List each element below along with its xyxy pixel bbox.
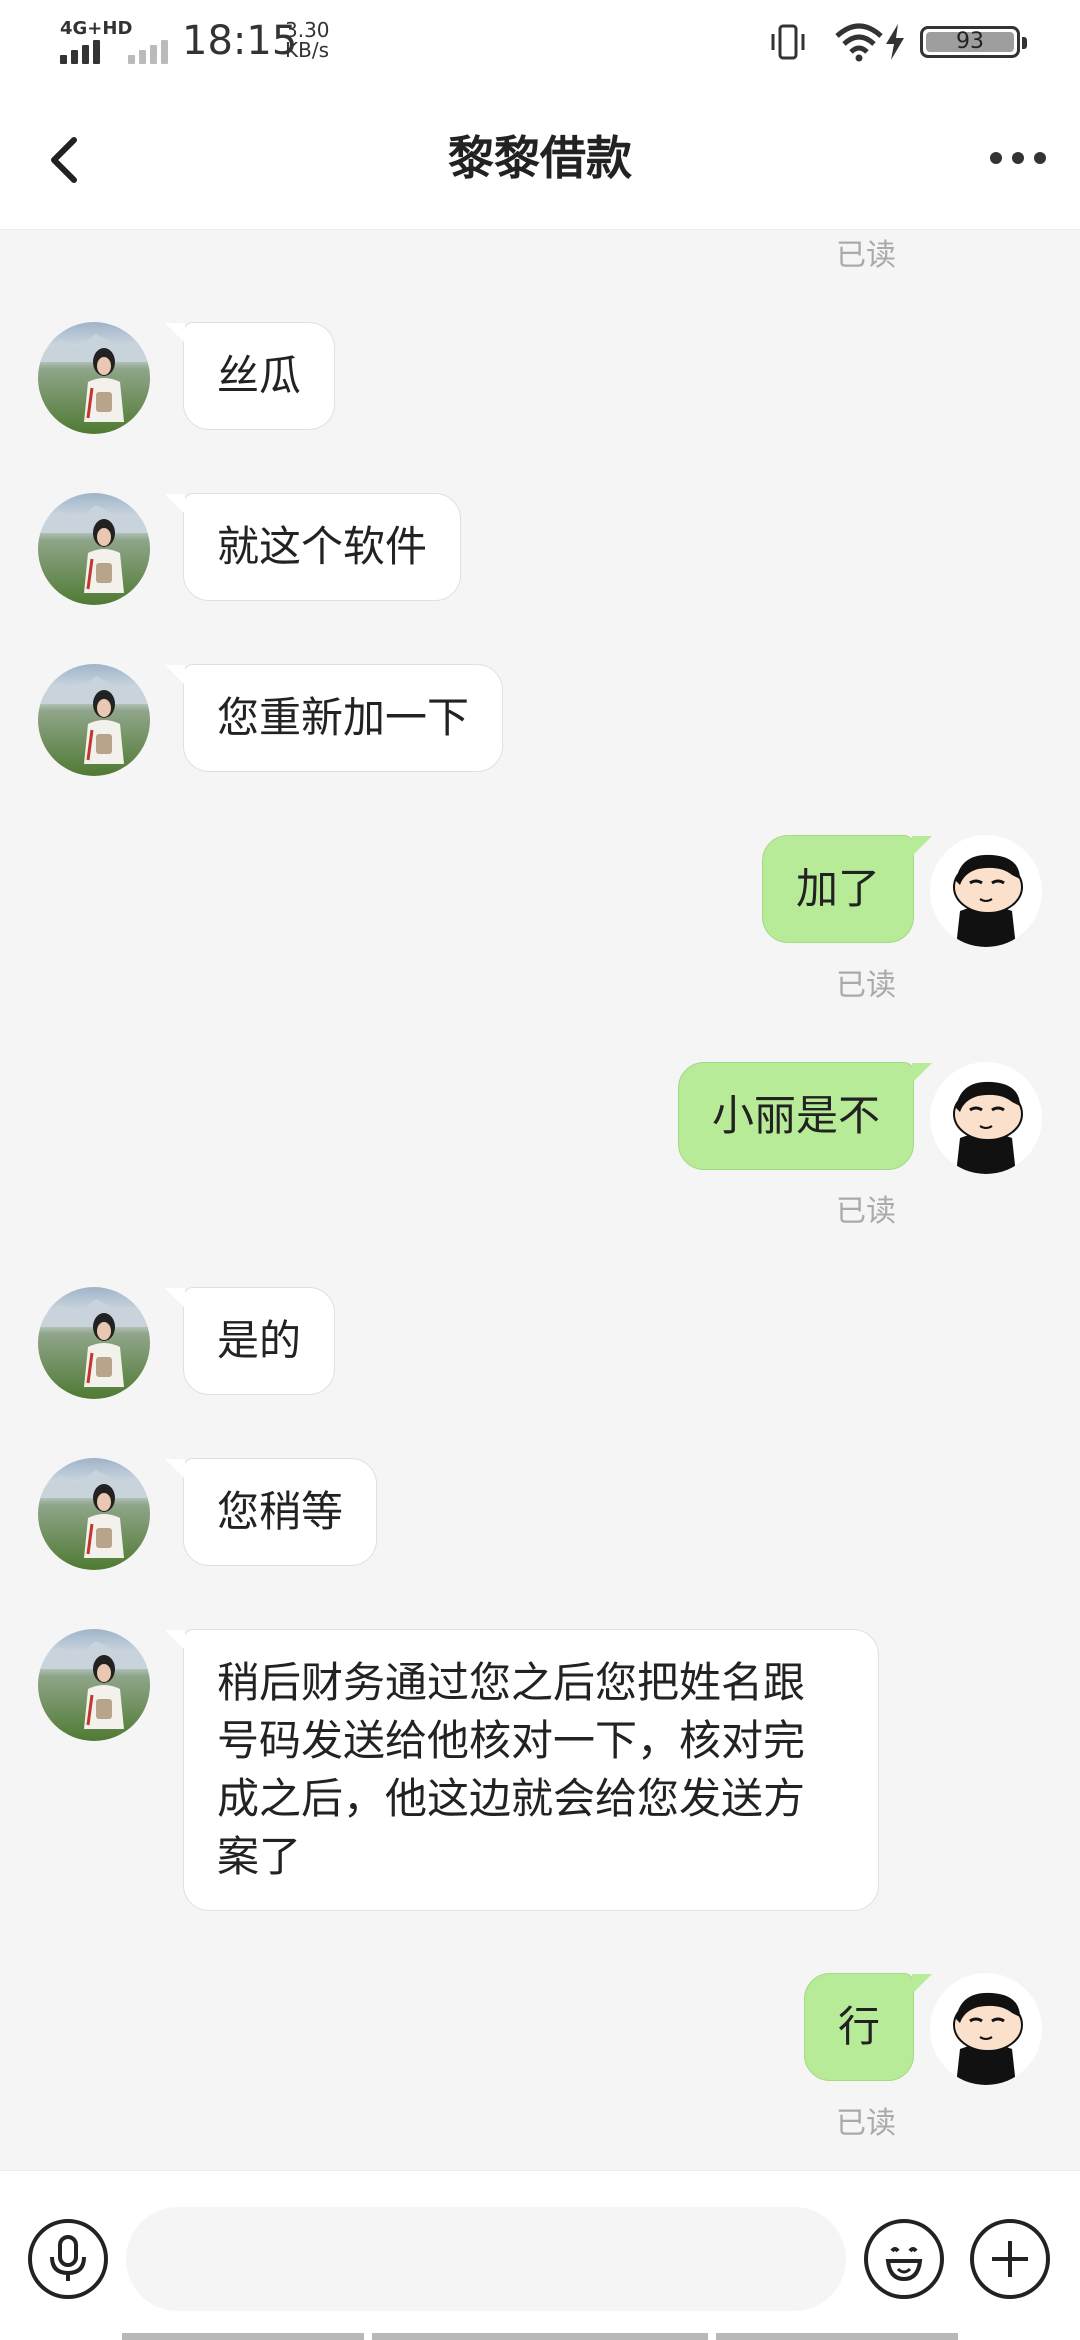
- battery-level-text: 93: [956, 29, 984, 54]
- plus-icon: [992, 2241, 1028, 2277]
- voice-button[interactable]: [28, 2219, 108, 2299]
- message-text: 加了: [795, 864, 880, 913]
- network-speed-unit: KB/s: [285, 38, 329, 62]
- read-receipt: 已读: [836, 968, 896, 1003]
- chat-message-list[interactable]: 已读 丝瓜 就这个软件 您重新加一下 加了 已读 小丽是不 已读 是的 您稍等 …: [0, 230, 1080, 2170]
- microphone-icon: [50, 2235, 86, 2281]
- contact-avatar[interactable]: [38, 322, 150, 434]
- message-text: 是的: [217, 1316, 302, 1365]
- emoji-button[interactable]: [864, 2219, 944, 2299]
- message-text: 行: [837, 2002, 880, 2051]
- contact-avatar[interactable]: [38, 664, 150, 776]
- received-message[interactable]: 就这个软件: [164, 493, 462, 601]
- network-speed: 3.30 KB/s: [285, 20, 330, 60]
- sent-message[interactable]: 行: [803, 1973, 933, 2081]
- network-type-label: 4G+HD: [60, 18, 133, 39]
- network-speed-value: 3.30: [285, 18, 330, 42]
- message-line: 稍后财务通过您之后您把姓名跟: [217, 1658, 806, 1707]
- chat-screen: 4G+HD 18:15 3.30 KB/s 93 黎黎借款 已读 丝瓜 就这个软…: [0, 0, 1080, 2340]
- wifi-icon: [835, 23, 883, 62]
- received-message[interactable]: 丝瓜: [164, 322, 336, 430]
- battery-icon: 93: [920, 26, 1027, 58]
- status-bar: 4G+HD 18:15 3.30 KB/s 93: [0, 0, 1080, 84]
- more-button[interactable]: [982, 128, 1054, 188]
- title-bar: 黎黎借款: [0, 84, 1080, 230]
- sent-message[interactable]: 小丽是不: [677, 1062, 933, 1170]
- emoji-icon: [885, 2247, 923, 2282]
- vibrate-icon: [771, 24, 805, 60]
- nav-gesture-bar: [372, 2333, 708, 2340]
- message-text: 就这个软件: [217, 522, 428, 571]
- read-receipt: 已读: [836, 2106, 896, 2141]
- message-text: 您稍等: [217, 1487, 344, 1536]
- page-title: 黎黎借款: [448, 131, 632, 185]
- message-line: 案了: [217, 1832, 302, 1881]
- message-input[interactable]: [126, 2207, 846, 2311]
- message-text: 小丽是不: [711, 1091, 880, 1140]
- message-line: 成之后，他这边就会给您发送方: [217, 1774, 806, 1823]
- message-text: 丝瓜: [217, 351, 302, 400]
- sent-message[interactable]: 加了: [761, 835, 933, 943]
- charging-bolt-icon: [886, 24, 904, 60]
- nav-gesture-bar: [716, 2333, 958, 2340]
- nav-gesture-bar: [122, 2333, 364, 2340]
- contact-avatar[interactable]: [38, 493, 150, 605]
- received-message[interactable]: 是的: [164, 1287, 336, 1395]
- received-message[interactable]: 稍后财务通过您之后您把姓名跟 号码发送给他核对一下，核对完 成之后，他这边就会给…: [165, 1629, 879, 1911]
- received-message[interactable]: 您重新加一下: [164, 664, 504, 772]
- input-bar: [0, 2170, 1080, 2340]
- my-avatar[interactable]: [930, 1973, 1042, 2085]
- my-avatar[interactable]: [930, 835, 1042, 947]
- read-receipt: 已读: [836, 1194, 896, 1229]
- contact-avatar[interactable]: [38, 1458, 150, 1570]
- received-message[interactable]: 您稍等: [164, 1458, 378, 1566]
- add-button[interactable]: [970, 2219, 1050, 2299]
- read-receipt: 已读: [836, 238, 896, 273]
- contact-avatar[interactable]: [38, 1287, 150, 1399]
- my-avatar[interactable]: [930, 1062, 1042, 1174]
- message-text: 您重新加一下: [217, 693, 470, 742]
- clock: 18:15: [182, 18, 298, 64]
- contact-avatar[interactable]: [38, 1629, 150, 1741]
- message-line: 号码发送给他核对一下，核对完: [217, 1716, 806, 1765]
- more-dots-icon: [990, 152, 1046, 164]
